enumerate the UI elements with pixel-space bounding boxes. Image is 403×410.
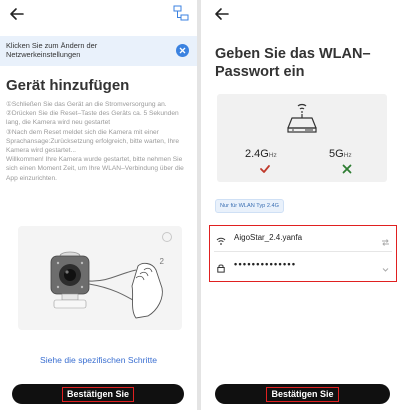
confirm-button-label: Bestätigen Sie bbox=[266, 386, 339, 402]
ssid-value: AigoStar_2.4.yanfa bbox=[234, 233, 303, 242]
ssid-field[interactable]: AigoStar_2.4.yanfa bbox=[214, 226, 392, 252]
close-icon[interactable] bbox=[176, 44, 189, 57]
band-24ghz-value: 2.4G bbox=[245, 148, 269, 160]
password-field[interactable]: •••••••••••••• bbox=[214, 253, 392, 279]
chevron-down-icon[interactable] bbox=[381, 261, 390, 272]
instruction-step-2: ②Drücken Sie die Reset–Taste des Geräts … bbox=[6, 110, 179, 127]
router-icon bbox=[283, 100, 321, 138]
instruction-step-3: ③Nach dem Reset meldet sich die Kamera m… bbox=[6, 128, 179, 155]
page-title: Gerät hinzufügen bbox=[6, 77, 130, 94]
wifi-credentials-box: AigoStar_2.4.yanfa •••••••••••••• bbox=[209, 225, 397, 282]
lock-icon bbox=[216, 260, 226, 273]
page-title: Geben Sie das WLAN–Passwort ein bbox=[215, 46, 371, 80]
reset-camera-illustration: 2 bbox=[18, 226, 182, 330]
band-5ghz-unit: Hz bbox=[343, 152, 352, 159]
confirm-button[interactable]: Bestätigen Sie bbox=[215, 384, 390, 404]
wifi-password-screen: Geben Sie das WLAN–Passwort ein 2.4GHz 5… bbox=[201, 0, 403, 410]
checkmark-icon bbox=[259, 162, 271, 174]
reset-step-number: 2 bbox=[159, 257, 164, 266]
cross-icon bbox=[341, 162, 353, 174]
wifi-type-badge: Nur für WLAN Typ 2.4G bbox=[215, 199, 284, 213]
banner-text: Klicken Sie zum Ändern der Netzwerkeinst… bbox=[6, 41, 98, 59]
confirm-button[interactable]: Bestätigen Sie bbox=[12, 384, 184, 404]
instruction-step-1: ①Schließen Sie das Gerät an die Stromver… bbox=[6, 101, 167, 108]
top-bar bbox=[201, 0, 403, 34]
wifi-band-card: 2.4GHz 5GHz bbox=[217, 94, 387, 182]
specific-steps-link[interactable]: Siehe die spezifischen Schritte bbox=[0, 355, 197, 365]
back-arrow-icon[interactable] bbox=[8, 5, 26, 23]
top-bar bbox=[0, 0, 197, 34]
band-24ghz: 2.4GHz bbox=[245, 148, 277, 160]
password-value: •••••••••••••• bbox=[234, 259, 297, 269]
back-arrow-icon[interactable] bbox=[213, 5, 231, 23]
confirm-button-label: Bestätigen Sie bbox=[61, 386, 135, 402]
instructions: ①Schließen Sie das Gerät an die Stromver… bbox=[6, 100, 194, 183]
band-5ghz-value: 5G bbox=[329, 148, 344, 160]
band-24ghz-unit: Hz bbox=[268, 152, 277, 159]
switch-network-icon[interactable] bbox=[381, 234, 390, 246]
wifi-icon bbox=[216, 233, 226, 245]
network-settings-banner[interactable]: Klicken Sie zum Ändern der Netzwerkeinst… bbox=[0, 36, 197, 66]
band-5ghz: 5GHz bbox=[329, 148, 352, 160]
network-settings-icon[interactable] bbox=[173, 5, 189, 21]
add-device-screen: Klicken Sie zum Ändern der Netzwerkeinst… bbox=[0, 0, 197, 410]
instruction-welcome: Willkommen! Ihre Kamera wurde gestartet,… bbox=[6, 156, 184, 182]
camera-hand-drawing bbox=[50, 251, 163, 319]
